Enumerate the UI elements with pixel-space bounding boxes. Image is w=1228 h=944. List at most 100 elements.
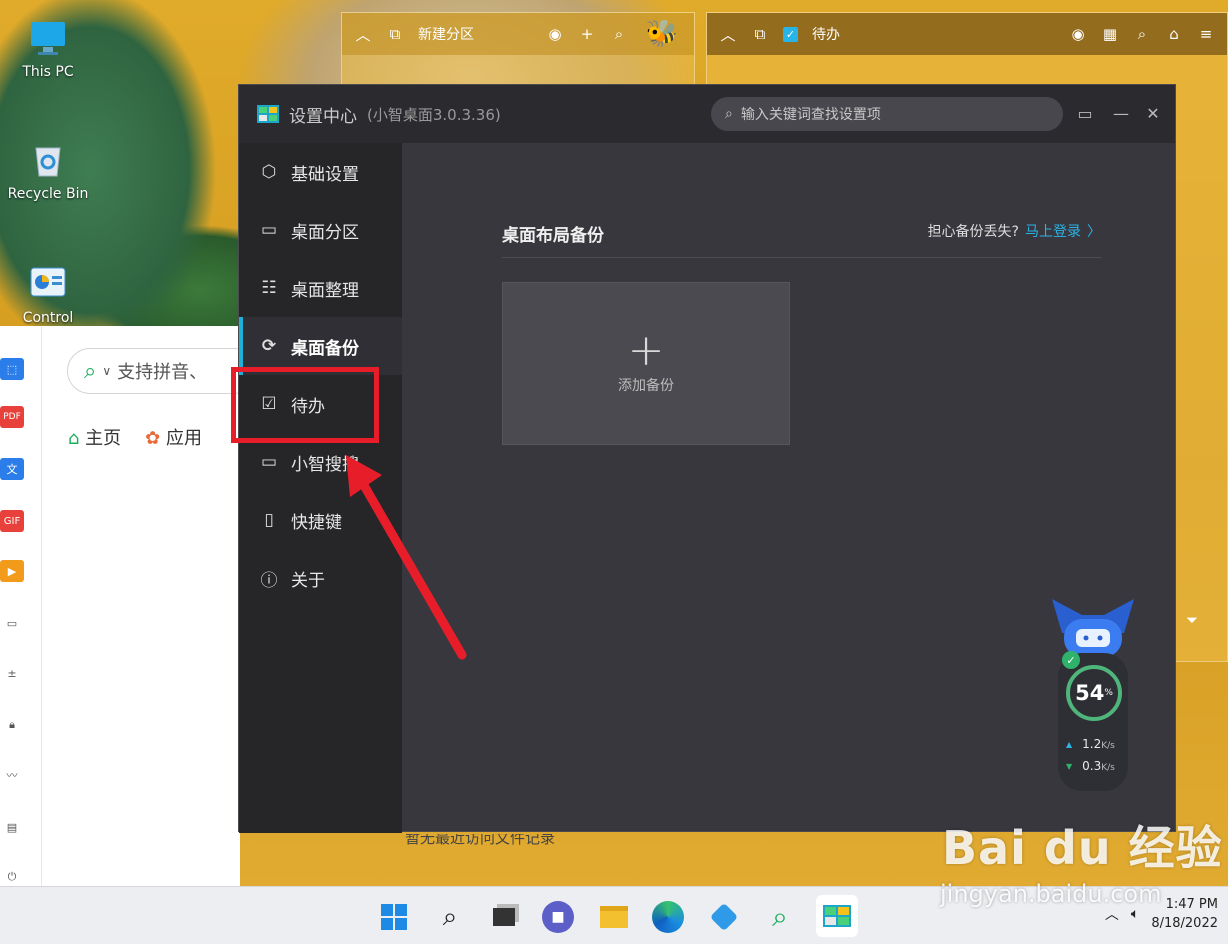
backup-login-hint: 担心备份丢失? 马上登录〉 [928,221,1101,241]
chevron-up-icon[interactable]: ︿ [719,25,737,44]
app-logo-icon [257,105,279,123]
edge-button[interactable] [652,901,684,933]
store-app-button[interactable] [708,901,740,933]
text-badge: 文 [6,463,18,476]
clipboard-icon[interactable]: ▤ [0,816,24,838]
xiaozhi-desktop-button[interactable] [816,895,858,937]
power-icon[interactable]: ⏻ [0,866,24,888]
nav-item-basic-settings[interactable]: ⬡ 基础设置 [239,143,402,201]
minimize-button[interactable]: — [1111,103,1131,123]
tab-apps[interactable]: ✿ 应用 [145,424,202,450]
hexagon-icon: ⬡ [261,162,277,182]
home-icon: ⌂ [68,428,80,449]
search-app-button[interactable]: ⌕ [764,900,796,933]
background-app-rail: ⬚ PDF 文 GIF ▶ ▭ ± 🔒︎ 〰 ▤ ⏻ [0,326,42,886]
arrow-up-icon: ▲ [1066,739,1073,749]
task-view-button[interactable] [488,901,520,933]
add-backup-label: 添加备份 [618,377,674,394]
background-app-tabs: ⌂ 主页 ✿ 应用 [68,424,202,450]
chevron-right-icon[interactable]: 〉 [1087,224,1101,240]
memory-gauge: 54% [1066,665,1122,721]
monitor-body: 54% ▲ 1.2K/s ▼ 0.3K/s [1058,653,1128,791]
pdf-icon[interactable]: PDF [0,406,24,428]
desktop-icon-control[interactable]: Control [0,264,96,326]
plus-icon: + [627,324,665,376]
tab-home[interactable]: ⌂ 主页 [68,424,121,450]
apps-icon: ✿ [145,428,161,449]
windows-logo-icon [381,904,407,930]
search-icon[interactable]: ⌕ [610,25,628,43]
translate-icon[interactable]: 文 [0,458,24,480]
login-link[interactable]: 马上登录 [1025,224,1081,240]
chevron-down-icon[interactable]: ∨ [102,364,111,378]
chevron-up-icon[interactable]: ︿ [354,25,372,44]
system-monitor-widget[interactable]: ✓ 54% ▲ 1.2K/s ▼ 0.3K/s [1052,597,1134,793]
calculator-icon[interactable]: ± [0,662,24,684]
monitor-icon: ▭ [260,220,278,240]
user-icon[interactable]: ◉ [546,25,564,43]
volume-icon[interactable]: 🔈︎ [1131,906,1139,922]
nav-label: 关于 [291,570,325,591]
tab-label: 应用 [166,428,202,449]
memory-percent-unit: % [1104,688,1113,698]
fence-title: 待办 [812,27,840,43]
video-icon[interactable]: ▶ [0,560,24,582]
title-bar: 设置中心 (小智桌面3.0.3.36) ⌕ 输入关键词查找设置项 ▭ — ✕ [239,85,1175,143]
diamond-app-icon [709,902,739,932]
filter-icon[interactable]: ⏷ [1183,611,1201,629]
task-view-icon [493,908,515,926]
control-panel-icon [28,264,68,304]
search-placeholder: 输入关键词查找设置项 [740,107,881,123]
background-search-input[interactable]: ⌕ ∨ 支持拼音、 [67,348,257,394]
close-button[interactable]: ✕ [1143,103,1163,123]
add-backup-card[interactable]: + 添加备份 [502,282,790,445]
desktop-icon[interactable]: ▭ [0,612,24,634]
chat-button[interactable]: ■ [542,901,574,933]
folder-icon [600,906,628,928]
desktop-icon-recycle-bin[interactable]: Recycle Bin [0,140,96,202]
crop-icon[interactable]: ⬚ [0,358,24,380]
nav-item-desktop-organize[interactable]: ☷ 桌面整理 [239,259,402,317]
add-icon[interactable]: + [578,25,596,43]
menu-icon[interactable]: ≡ [1197,25,1215,43]
nav-label: 桌面分区 [291,222,359,243]
shirt-icon[interactable]: ⌂ [1165,25,1183,43]
upload-speed: ▲ 1.2K/s [1066,737,1115,751]
desktop-icon-this-pc[interactable]: This PC [0,18,96,80]
search-icon[interactable]: ⌕ [1133,25,1151,43]
mouse-icon: ▯ [264,510,274,530]
robot-mascot-icon [1052,599,1134,657]
pulse-icon[interactable]: 〰 [0,764,24,786]
window-title: 设置中心 [289,106,357,127]
window-icon: ▭ [260,452,278,472]
file-explorer-button[interactable] [598,901,630,933]
lock-icon[interactable]: 🔒︎ [0,714,24,736]
start-button[interactable] [378,901,410,933]
gif-icon[interactable]: GIF [0,510,24,532]
baidu-watermark-logo: Bai du 经验 [942,812,1223,878]
upload-speed-value: 1.2 [1082,737,1102,751]
mascot-icon: 🐝 [645,19,679,49]
settings-search-input[interactable]: ⌕ 输入关键词查找设置项 [711,97,1063,131]
window-subtitle: (小智桌面3.0.3.36) [367,105,501,124]
restore-icon[interactable]: ⧉ [386,25,404,43]
app-logo-icon [823,905,851,927]
nav-item-desktop-partition[interactable]: ▭ 桌面分区 [239,201,402,259]
gif-badge: GIF [3,515,21,527]
background-footer-text: 暂无最近访问文件记录 [405,834,556,847]
section-title: 桌面布局备份 [502,226,604,246]
restore-icon[interactable]: ⧉ [751,25,769,43]
backup-hint-text: 担心备份丢失? [927,224,1019,240]
search-icon: ⌕ [442,901,458,932]
feedback-icon[interactable]: ▭ [1075,103,1095,123]
search-button[interactable]: ⌕ [434,901,466,933]
desktop-icon-label: Control [22,310,74,326]
search-icon: ⌕ [725,106,733,122]
highlight-box [231,367,379,443]
download-speed-value: 0.3 [1082,759,1102,773]
user-icon[interactable]: ◉ [1069,25,1087,43]
calendar-icon[interactable]: ▦ [1101,25,1119,43]
search-placeholder: 支持拼音、 [117,362,208,383]
nav-label: 基础设置 [291,164,359,185]
magnifier-app-icon: ⌕ [772,900,788,933]
